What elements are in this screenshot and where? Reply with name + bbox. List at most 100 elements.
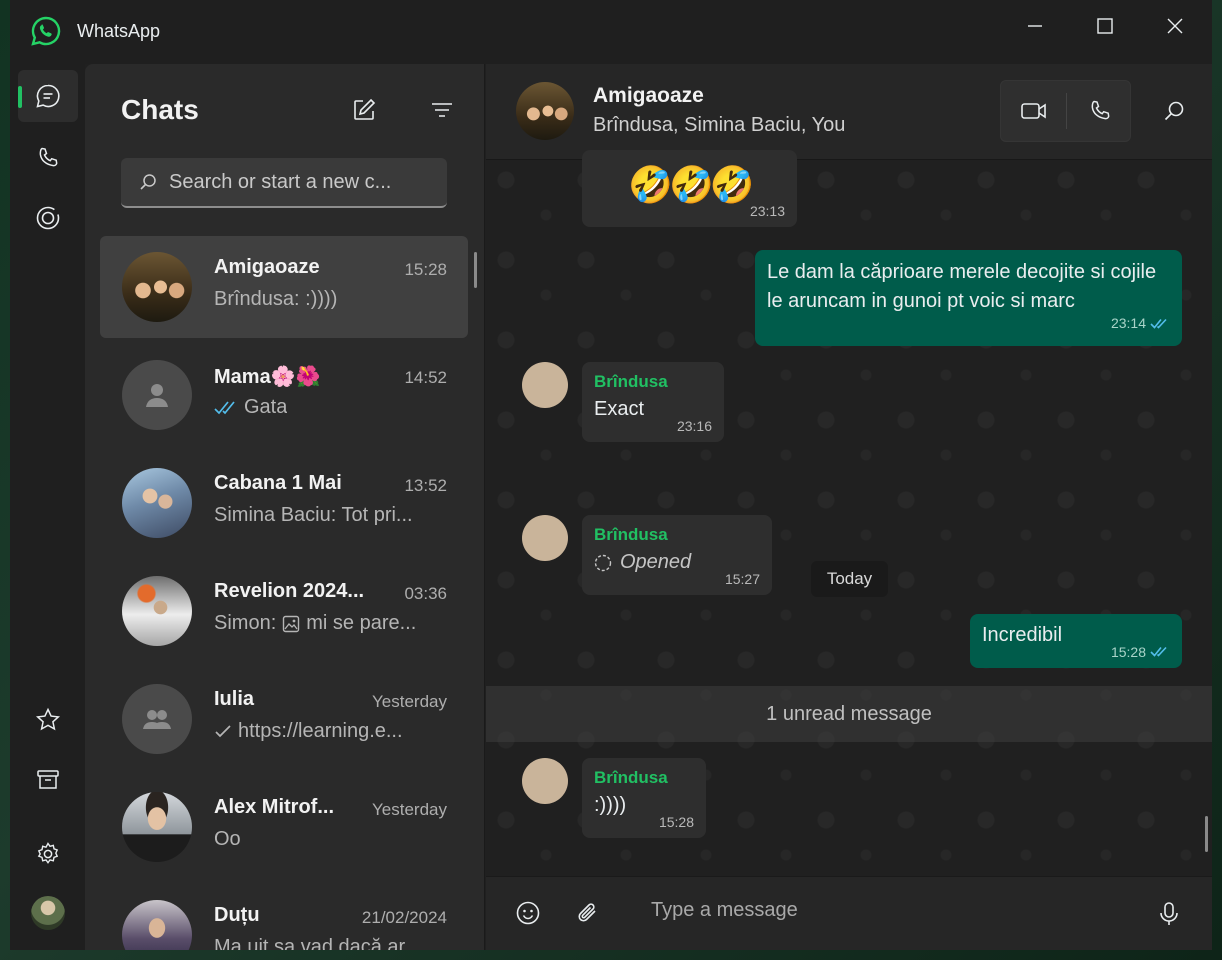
chat-preview: Brîndusa: :)))) bbox=[214, 288, 338, 310]
app-title: WhatsApp bbox=[77, 21, 161, 41]
conversation-header[interactable]: Amigaoaze Brîndusa, Simina Baciu, You bbox=[486, 64, 1212, 160]
minimize-button[interactable] bbox=[1000, 0, 1070, 52]
chat-preview: Simon: mi se pare... bbox=[214, 612, 417, 634]
search-icon bbox=[140, 174, 156, 190]
profile-avatar[interactable] bbox=[31, 896, 65, 930]
message-text: Le dam la căprioare merele decojite si c… bbox=[767, 261, 1157, 312]
star-icon bbox=[35, 707, 61, 731]
navigation-rail bbox=[10, 64, 85, 950]
chat-list-item[interactable]: Cabana 1 Mai 13:52 Simina Baciu: Tot pri… bbox=[100, 452, 468, 554]
nav-calls-button[interactable] bbox=[18, 132, 78, 184]
message-text: 🤣🤣🤣 bbox=[628, 164, 754, 205]
date-separator: Today bbox=[811, 561, 888, 597]
chat-name: Amigaoaze bbox=[214, 256, 320, 278]
chat-list-scrollbar[interactable] bbox=[474, 252, 477, 288]
message-bubble-incoming[interactable]: Brîndusa Exact 23:16 bbox=[582, 362, 724, 442]
group-avatar bbox=[122, 252, 192, 322]
chat-name: Mama🌸🌺 bbox=[214, 366, 321, 388]
sender-name: Brîndusa bbox=[594, 372, 668, 391]
gear-icon bbox=[37, 842, 59, 864]
person-icon bbox=[146, 384, 168, 407]
contact-avatar bbox=[122, 792, 192, 862]
double-check-read-icon bbox=[1150, 318, 1167, 329]
chat-time: Yesterday bbox=[372, 800, 447, 819]
unread-banner: 1 unread message bbox=[486, 686, 1212, 742]
voice-message-button[interactable] bbox=[1151, 896, 1187, 932]
nav-status-button[interactable] bbox=[18, 192, 78, 244]
chat-preview: https://learning.e... bbox=[214, 720, 444, 743]
search-icon bbox=[1164, 101, 1184, 121]
sender-avatar[interactable] bbox=[522, 515, 568, 561]
voice-call-button[interactable] bbox=[1067, 81, 1132, 141]
chat-time: 03:36 bbox=[404, 584, 447, 603]
maximize-icon bbox=[1097, 18, 1113, 34]
video-call-button[interactable] bbox=[1001, 81, 1066, 141]
status-icon bbox=[36, 206, 60, 230]
message-bubble-incoming[interactable]: Brîndusa Opened 15:27 bbox=[582, 515, 772, 595]
chat-time: 21/02/2024 bbox=[361, 908, 447, 927]
chat-name: Revelion 2024... bbox=[214, 580, 365, 602]
group-avatar bbox=[122, 468, 192, 538]
chat-preview: Ma uit sa vad dacă ar... bbox=[214, 936, 421, 950]
double-check-read-icon bbox=[1150, 646, 1167, 657]
active-indicator bbox=[18, 86, 22, 108]
nav-archived-button[interactable] bbox=[18, 754, 78, 806]
nav-chats-button[interactable] bbox=[18, 70, 78, 122]
chat-preview: Simina Baciu: Tot pri... bbox=[214, 504, 413, 526]
search-placeholder: Search or start a new c... bbox=[169, 170, 392, 193]
message-time: 23:16 bbox=[676, 418, 712, 434]
conversation-title: Amigaoaze bbox=[593, 84, 704, 107]
filter-button[interactable] bbox=[424, 92, 460, 128]
maximize-button[interactable] bbox=[1070, 0, 1140, 52]
contact-avatar bbox=[122, 900, 192, 950]
chat-name: Duțu bbox=[214, 904, 260, 926]
chat-list-item[interactable]: Amigaoaze 15:28 Brîndusa: :)))) bbox=[100, 236, 468, 338]
nav-starred-button[interactable] bbox=[18, 694, 78, 746]
sender-avatar[interactable] bbox=[522, 362, 568, 408]
search-input[interactable]: Search or start a new c... bbox=[121, 158, 447, 208]
message-bubble-outgoing[interactable]: Le dam la căprioare merele decojite si c… bbox=[755, 250, 1182, 346]
minimize-icon bbox=[1028, 25, 1042, 27]
paperclip-icon bbox=[578, 903, 596, 922]
sender-name: Brîndusa bbox=[594, 768, 668, 787]
message-meta: 15:28 bbox=[1111, 644, 1170, 660]
nav-settings-button[interactable] bbox=[18, 828, 78, 880]
image-icon bbox=[283, 615, 300, 632]
chat-list-item[interactable]: Iulia Yesterday https://learning.e... bbox=[100, 668, 468, 770]
chat-time: 13:52 bbox=[404, 476, 447, 495]
close-button[interactable] bbox=[1140, 0, 1210, 52]
sender-avatar[interactable] bbox=[522, 758, 568, 804]
search-messages-button[interactable] bbox=[1156, 93, 1192, 129]
close-icon bbox=[1167, 18, 1183, 34]
group-icon bbox=[143, 710, 171, 729]
chat-name: Cabana 1 Mai bbox=[214, 472, 342, 494]
view-once-icon bbox=[594, 554, 612, 571]
message-bubble-incoming[interactable]: 🤣🤣🤣 23:13 bbox=[582, 150, 797, 227]
chat-list-item[interactable]: Duțu 21/02/2024 Ma uit sa vad dacă ar... bbox=[100, 884, 468, 950]
chat-time: Yesterday bbox=[372, 692, 447, 711]
message-composer: Type a message bbox=[486, 876, 1212, 950]
phone-icon bbox=[39, 147, 58, 167]
chat-bubble-icon bbox=[36, 84, 60, 108]
message-time: 23:14 bbox=[1110, 315, 1146, 331]
message-meta: 23:14 bbox=[1111, 309, 1170, 338]
attach-button[interactable] bbox=[570, 895, 606, 931]
new-chat-button[interactable] bbox=[346, 92, 382, 128]
chat-list-item[interactable]: Mama🌸🌺 14:52 Gata bbox=[100, 344, 468, 446]
message-text: Opened bbox=[620, 551, 692, 573]
message-bubble-incoming[interactable]: Brîndusa :)))) 15:28 bbox=[582, 758, 706, 838]
chat-list-item[interactable]: Alex Mitrof... Yesterday Oo bbox=[100, 776, 468, 878]
group-avatar bbox=[516, 82, 574, 140]
default-avatar bbox=[122, 360, 192, 430]
message-bubble-outgoing[interactable]: Incredibil 15:28 bbox=[970, 614, 1182, 668]
message-time: 23:13 bbox=[749, 203, 785, 219]
chat-preview: Gata bbox=[214, 396, 444, 419]
check-sent-icon bbox=[215, 724, 231, 737]
call-buttons bbox=[1000, 80, 1131, 142]
emoji-button[interactable] bbox=[510, 895, 546, 931]
group-avatar bbox=[122, 576, 192, 646]
chat-list-item[interactable]: Revelion 2024... 03:36 Simon: mi se pare… bbox=[100, 560, 468, 662]
message-area[interactable]: 🤣🤣🤣 23:13 Le dam la căprioare merele dec… bbox=[486, 150, 1212, 876]
message-input[interactable]: Type a message bbox=[651, 899, 798, 922]
conversation-scrollbar[interactable] bbox=[1205, 816, 1208, 852]
